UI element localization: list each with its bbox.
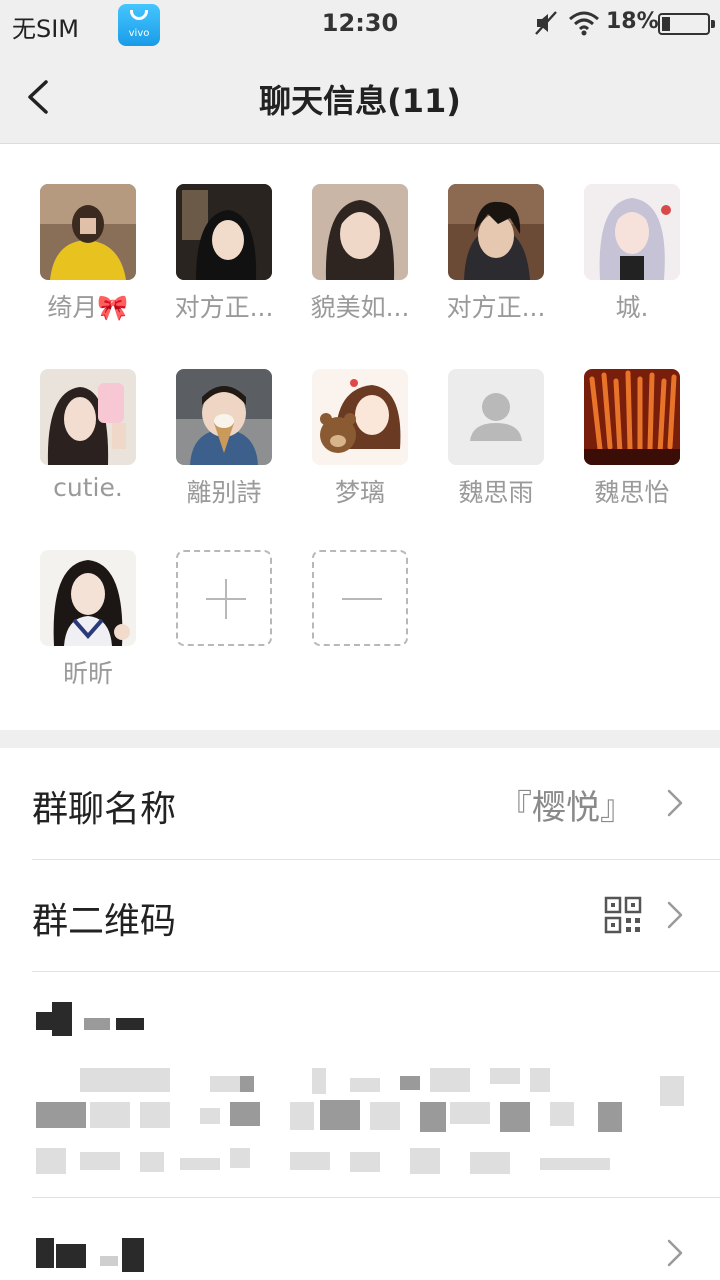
page-title: 聊天信息(11): [259, 82, 461, 120]
member-avatar[interactable]: [312, 369, 408, 465]
group-name-row[interactable]: 群聊名称 『樱悦』: [0, 748, 720, 859]
member-item[interactable]: 对方正...: [156, 184, 292, 344]
chevron-right-icon: [667, 1239, 683, 1267]
wifi-icon: [569, 11, 599, 36]
member-avatar[interactable]: [312, 184, 408, 280]
member-item[interactable]: 離别詩: [156, 369, 292, 529]
group-qr-row[interactable]: 群二维码: [0, 860, 720, 971]
qr-code-icon: [604, 896, 642, 934]
redacted-content: [0, 972, 720, 1197]
member-name: 貌美如...: [310, 293, 410, 322]
member-avatar[interactable]: [584, 369, 680, 465]
member-item[interactable]: cutie.: [20, 369, 156, 529]
member-avatar[interactable]: [176, 184, 272, 280]
back-icon[interactable]: [18, 72, 62, 122]
member-avatar[interactable]: [40, 369, 136, 465]
group-name-value: 『樱悦』: [498, 788, 634, 828]
member-name: 绮月🎀: [47, 293, 129, 322]
member-name: 对方正...: [446, 293, 546, 322]
member-avatar[interactable]: [448, 184, 544, 280]
member-avatar[interactable]: [40, 550, 136, 646]
section-divider: [0, 730, 720, 748]
status-bar: 无SIM vivo 12:30 18%: [0, 0, 720, 50]
member-item[interactable]: 貌美如...: [292, 184, 428, 344]
member-item[interactable]: 对方正...: [428, 184, 564, 344]
member-avatar[interactable]: [584, 184, 680, 280]
chevron-right-icon: [667, 901, 683, 929]
member-name: 昕昕: [62, 659, 113, 688]
member-item[interactable]: 魏思雨: [428, 369, 564, 529]
group-name-label: 群聊名称: [32, 789, 177, 830]
battery-icon: [658, 13, 715, 35]
nav-bar: 聊天信息(11): [0, 50, 720, 144]
member-avatar[interactable]: [176, 369, 272, 465]
member-name: 魏思雨: [458, 478, 534, 507]
member-name: 梦璃: [334, 478, 385, 507]
member-name: 魏思怡: [594, 478, 670, 507]
battery-percent: 18%: [606, 9, 659, 34]
member-item[interactable]: 昕昕: [20, 550, 156, 710]
member-item[interactable]: 绮月🎀: [20, 184, 156, 344]
member-avatar[interactable]: [40, 184, 136, 280]
member-item[interactable]: 梦璃: [292, 369, 428, 529]
remove-member-button[interactable]: [312, 550, 408, 646]
mute-icon: [535, 11, 557, 35]
member-name: 对方正...: [174, 293, 274, 322]
member-avatar[interactable]: [448, 369, 544, 465]
default-user-icon: [448, 369, 544, 465]
settings-row[interactable]: [0, 1198, 720, 1280]
member-name: cutie.: [53, 473, 123, 502]
battery-fill: [662, 17, 670, 31]
member-name: 離别詩: [186, 478, 262, 507]
add-member-button[interactable]: [176, 550, 272, 646]
chevron-right-icon: [667, 789, 683, 817]
member-item[interactable]: 魏思怡: [564, 369, 700, 529]
member-name: 城.: [615, 293, 649, 322]
member-item[interactable]: 城.: [564, 184, 700, 344]
group-qr-label: 群二维码: [32, 901, 177, 942]
member-grid: 绮月🎀 对方正... 貌美如... 对方正... 城. cutie. 離别詩 梦…: [0, 144, 720, 730]
